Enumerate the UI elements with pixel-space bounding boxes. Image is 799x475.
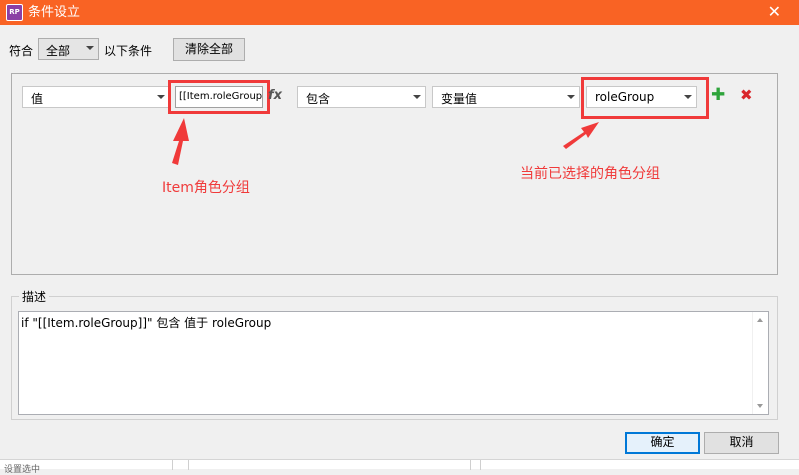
scroll-up-icon[interactable] [757, 318, 763, 322]
scroll-down-icon[interactable] [757, 404, 763, 408]
arrow-value-icon [172, 118, 189, 165]
arrow-variable-icon [563, 122, 599, 149]
background-window-strip: 设置选中 [0, 459, 799, 475]
annotation-item-role-group: Item角色分组 [162, 180, 250, 196]
description-scrollbar[interactable] [752, 312, 768, 414]
annotation-current-role-group: 当前已选择的角色分组 [520, 166, 660, 182]
description-textarea[interactable]: if "[[Item.roleGroup]]" 包含 值于 roleGroup [18, 311, 769, 415]
ok-button[interactable]: 确定 [625, 432, 700, 454]
description-text: if "[[Item.roleGroup]]" 包含 值于 roleGroup [21, 316, 272, 330]
description-legend: 描述 [19, 288, 50, 305]
cancel-button[interactable]: 取消 [704, 432, 779, 454]
